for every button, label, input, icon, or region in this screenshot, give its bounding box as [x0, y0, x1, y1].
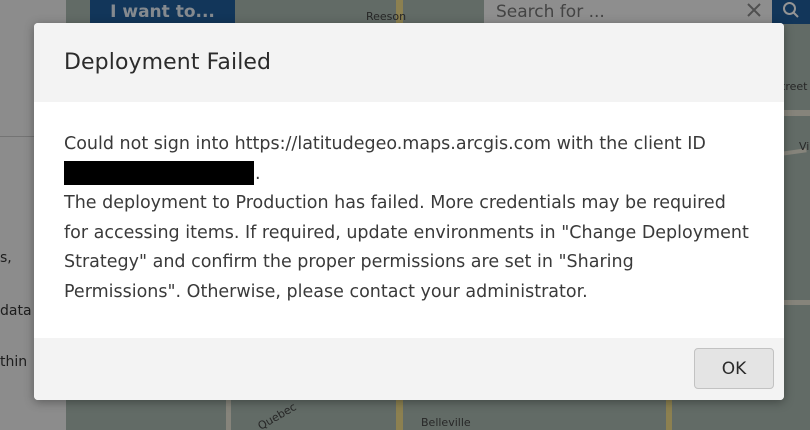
dialog-footer: OK [34, 338, 784, 400]
sign-in-error-text: Could not sign into https://latitudegeo.… [64, 134, 706, 154]
dialog-body: Could not sign into https://latitudegeo.… [34, 102, 784, 338]
dialog-title: Deployment Failed [64, 50, 272, 75]
error-message-sign-in: Could not sign into https://latitudegeo.… [64, 130, 754, 189]
deployment-failed-dialog: Deployment Failed Could not sign into ht… [34, 23, 784, 400]
dialog-header: Deployment Failed [34, 23, 784, 102]
redacted-client-id [64, 160, 254, 185]
sign-in-error-end: . [255, 163, 261, 184]
error-message-deployment: The deployment to Production has failed.… [64, 193, 749, 302]
ok-button[interactable]: OK [694, 348, 774, 389]
